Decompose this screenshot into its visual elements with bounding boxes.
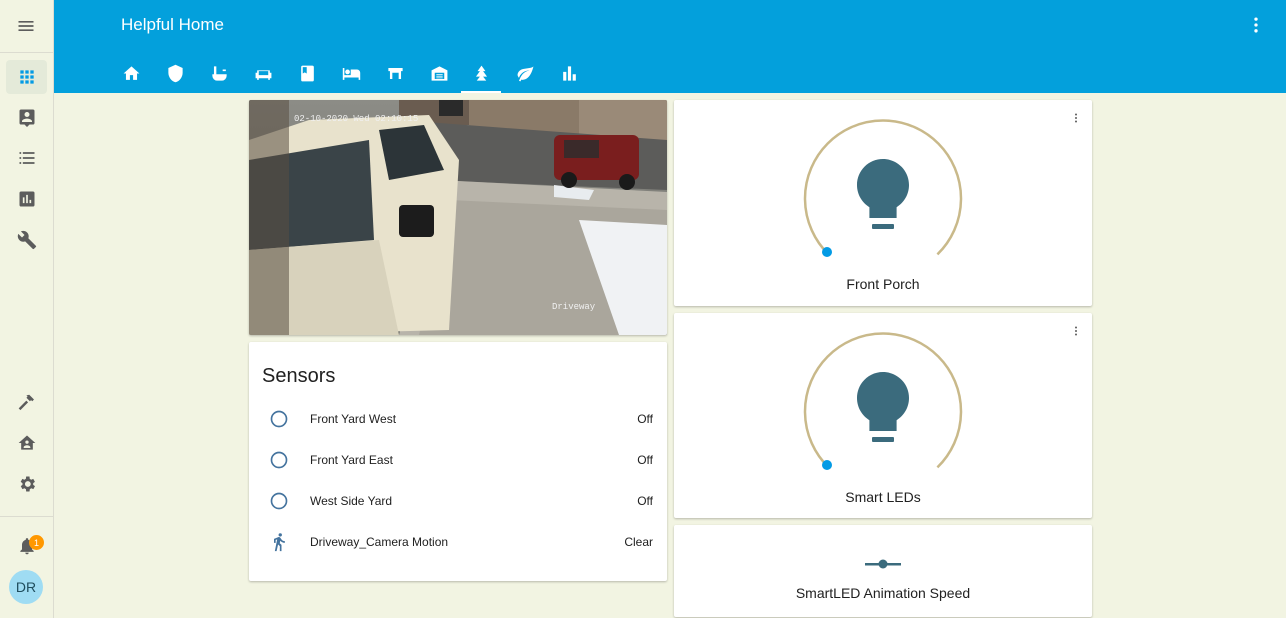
sensor-name: Front Yard East <box>310 453 393 467</box>
overflow-menu-button[interactable] <box>1246 14 1266 36</box>
tab-living-room[interactable] <box>243 56 283 93</box>
sensor-state: Off <box>637 412 653 426</box>
entity-name: SmartLED Animation Speed <box>795 585 971 601</box>
lightbulb-icon[interactable] <box>857 372 909 442</box>
gear-icon <box>20 476 35 492</box>
home-account-icon <box>18 435 35 450</box>
lightbulb-icon[interactable] <box>857 159 909 229</box>
sensor-state: Clear <box>624 535 653 549</box>
sidebar-item-overview[interactable] <box>6 60 47 94</box>
page-title: Helpful Home <box>121 15 224 34</box>
dots-vertical-icon <box>1075 113 1077 123</box>
sidebar-item-tools[interactable] <box>6 223 47 257</box>
card-menu-button[interactable] <box>1070 322 1082 340</box>
wrench-icon <box>17 230 36 250</box>
animation-speed-card[interactable]: SmartLED Animation Speed <box>674 525 1092 617</box>
sidebar-item-developer-tools[interactable] <box>6 385 47 419</box>
menu-icon[interactable] <box>16 16 36 36</box>
tab-yard[interactable] <box>461 56 501 93</box>
light-card-smart-leds: Smart LEDs <box>674 313 1092 518</box>
hammer-icon <box>18 394 34 411</box>
sensor-state: Off <box>637 494 653 508</box>
sidebar-item-settings[interactable] <box>6 467 47 501</box>
pine-tree-icon <box>475 65 487 81</box>
notification-badge: 1 <box>29 535 44 550</box>
circle-outline-icon <box>270 492 288 510</box>
circle-outline-icon <box>270 410 288 428</box>
sensor-name: West Side Yard <box>310 494 393 508</box>
camera-timestamp: 02-10-2020 Wed 02:10:15 <box>294 114 419 124</box>
sidebar-item-home-account[interactable] <box>6 426 47 460</box>
slider-icon <box>865 559 901 569</box>
card-menu-button[interactable] <box>1070 109 1082 127</box>
tab-security[interactable] <box>155 56 195 93</box>
tab-energy[interactable] <box>549 56 589 93</box>
card-title: Sensors <box>262 365 336 387</box>
sensor-state: Off <box>637 453 653 467</box>
tab-garage[interactable] <box>375 56 415 93</box>
sidebar-item-history[interactable] <box>6 182 47 216</box>
sidebar-item-list[interactable] <box>6 141 47 175</box>
tab-library[interactable] <box>287 56 327 93</box>
leaf-icon <box>517 66 533 82</box>
sensor-row[interactable]: Front Yard West Off <box>249 400 667 440</box>
sidebar: 1 DR <box>0 0 54 618</box>
camera-image <box>249 100 667 335</box>
light-name: Front Porch <box>846 276 920 292</box>
sensors-card: Sensors Front Yard West Off Front Yard E… <box>249 342 667 581</box>
tab-home[interactable] <box>111 56 151 93</box>
light-card-front-porch: Front Porch <box>674 100 1092 306</box>
tab-garden[interactable] <box>505 56 545 93</box>
list-icon <box>19 152 34 164</box>
bar-chart-icon <box>562 66 576 81</box>
light-name: Smart LEDs <box>845 489 921 505</box>
garage-door-icon <box>387 67 403 80</box>
camera-feed[interactable]: 02-10-2020 Wed 02:10:15 Driveway <box>249 100 667 335</box>
sensor-row[interactable]: Front Yard East Off <box>249 441 667 481</box>
camera-name: Driveway <box>552 302 596 312</box>
sidebar-header <box>0 0 53 53</box>
tab-bedroom[interactable] <box>331 56 371 93</box>
dial-handle[interactable] <box>822 460 832 470</box>
sensor-name: Front Yard West <box>310 412 397 426</box>
dashboard-grid-icon <box>19 70 34 84</box>
avatar[interactable]: DR <box>9 570 43 604</box>
chart-box-icon <box>19 191 34 207</box>
tab-bathroom[interactable] <box>199 56 239 93</box>
walk-icon <box>274 533 285 552</box>
sensor-row[interactable]: West Side Yard Off <box>249 482 667 522</box>
dots-vertical-icon <box>1254 17 1258 33</box>
brightness-dial[interactable] <box>801 118 965 282</box>
tab-storage[interactable] <box>419 56 459 93</box>
warehouse-icon <box>431 66 447 81</box>
app-header: Helpful Home <box>54 0 1286 93</box>
sensor-row[interactable]: Driveway_Camera Motion Clear <box>249 523 667 563</box>
dial-handle[interactable] <box>822 247 832 257</box>
sofa-icon <box>255 70 271 80</box>
bed-icon <box>342 67 360 80</box>
faucet-icon <box>211 66 227 81</box>
book-icon <box>300 65 314 82</box>
home-icon <box>123 66 139 80</box>
sidebar-item-logbook[interactable] <box>6 100 47 134</box>
circle-outline-icon <box>270 451 288 469</box>
person-card-icon <box>19 109 34 127</box>
dots-vertical-icon <box>1075 326 1077 336</box>
shield-icon <box>167 64 183 83</box>
sensor-name: Driveway_Camera Motion <box>310 535 449 549</box>
brightness-dial[interactable] <box>801 331 965 495</box>
